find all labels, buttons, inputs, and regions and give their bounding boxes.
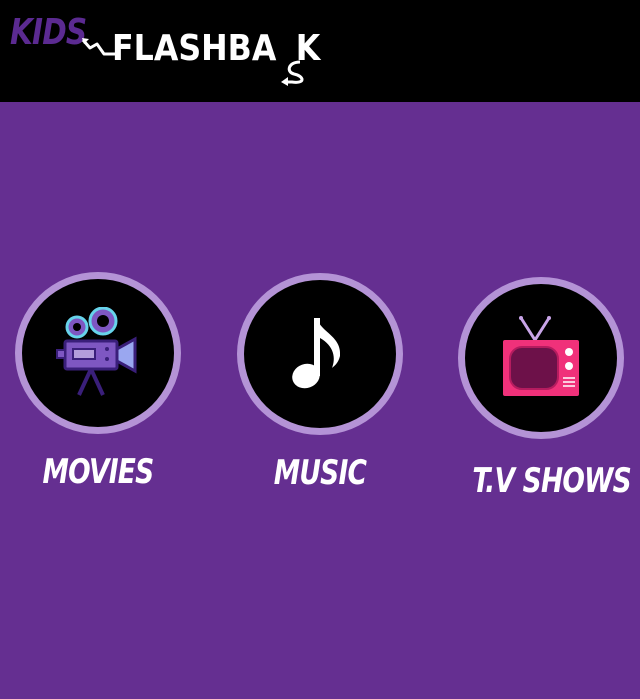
tv-shows-circle-button[interactable]: [458, 277, 624, 439]
logo-flashback-left: FLASHBA: [112, 28, 277, 69]
music-note-icon: [292, 318, 341, 389]
movie-camera-icon: [56, 307, 137, 396]
kids-flashback-logo[interactable]: KIDS FLASHBA K: [10, 12, 350, 86]
television-icon: [503, 316, 579, 396]
category-music[interactable]: MUSIC: [232, 273, 408, 493]
category-movies[interactable]: MOVIES: [10, 272, 186, 492]
movies-label[interactable]: MOVIES: [29, 452, 166, 492]
music-circle-button[interactable]: [237, 273, 403, 435]
logo-c-hook-icon: [281, 60, 304, 86]
logo-kids-text: KIDS: [10, 12, 87, 53]
music-label[interactable]: MUSIC: [251, 453, 388, 493]
movies-circle-button[interactable]: [15, 272, 181, 434]
category-tv-shows[interactable]: T.V SHOWS: [453, 277, 632, 501]
top-bar: KIDS FLASHBA K: [0, 0, 640, 102]
tv-shows-label[interactable]: T.V SHOWS: [472, 461, 631, 501]
